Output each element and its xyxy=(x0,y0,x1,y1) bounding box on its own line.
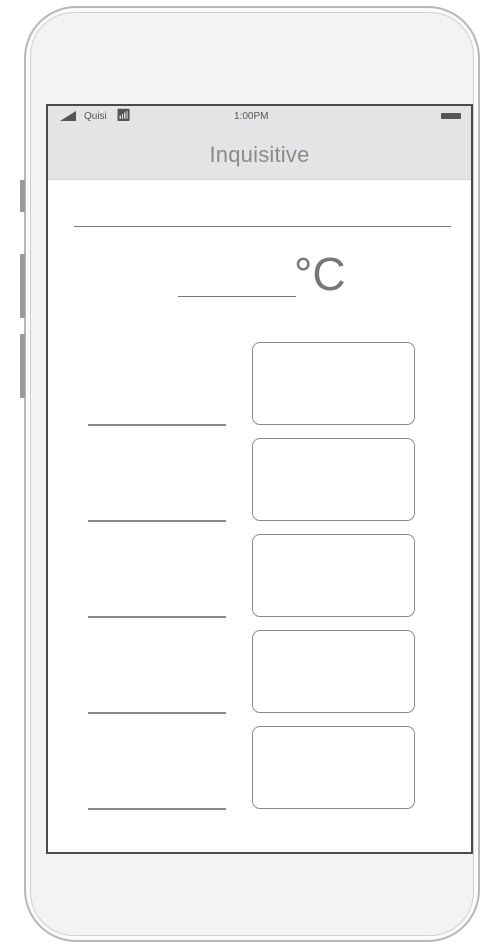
title-input-line[interactable] xyxy=(74,226,451,227)
wifi-icon: 📶︎ xyxy=(116,108,132,122)
volume-up-button xyxy=(20,254,25,318)
temperature-unit: °C xyxy=(294,248,346,300)
signal-icon xyxy=(60,111,76,121)
value-box-1[interactable] xyxy=(252,342,415,425)
mute-switch xyxy=(20,180,25,212)
value-box-4[interactable] xyxy=(252,630,415,713)
value-box-3[interactable] xyxy=(252,534,415,617)
label-line-1[interactable] xyxy=(88,424,226,426)
carrier-name: Quisi xyxy=(84,111,107,122)
battery-icon xyxy=(441,113,461,119)
label-line-4[interactable] xyxy=(88,712,226,714)
phone-screen: Quisi 📶︎ 1:00PM Inquisitive °C xyxy=(46,104,473,854)
temperature-input[interactable] xyxy=(178,296,296,297)
value-box-5[interactable] xyxy=(252,726,415,809)
label-line-3[interactable] xyxy=(88,616,226,618)
page-title: Inquisitive xyxy=(209,142,310,167)
status-time: 1:00PM xyxy=(234,111,269,122)
label-line-2[interactable] xyxy=(88,520,226,522)
value-box-2[interactable] xyxy=(252,438,415,521)
status-bar: Quisi 📶︎ 1:00PM xyxy=(48,106,471,128)
label-line-5[interactable] xyxy=(88,808,226,810)
volume-down-button xyxy=(20,334,25,398)
navigation-header: Quisi 📶︎ 1:00PM Inquisitive xyxy=(48,106,471,180)
